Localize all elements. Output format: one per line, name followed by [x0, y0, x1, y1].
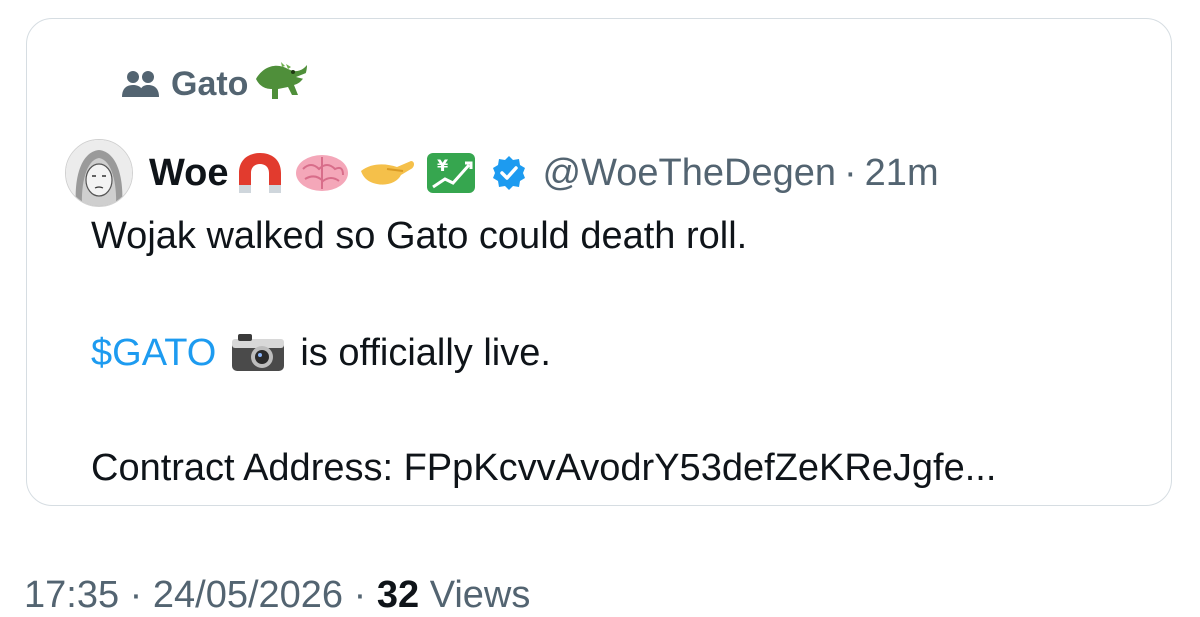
community-name: Gato	[171, 64, 249, 103]
verified-badge-icon	[492, 156, 525, 190]
post-text-line: Wojak walked so Gato could death roll.	[91, 215, 748, 257]
community-label[interactable]: Gato	[121, 59, 310, 109]
quoted-post-card[interactable]: Gato Woe ¥ @WoeTheDegen · 21m Wojak walk…	[26, 18, 1172, 506]
post-time[interactable]: 21m	[865, 152, 939, 195]
people-icon	[122, 71, 159, 97]
yen-chart-icon: ¥	[426, 153, 475, 193]
post-text-line: $GATO is officially live.	[91, 331, 551, 375]
post-meta-row: 17:35 · 24/05/2026 · 32 Views	[24, 574, 530, 617]
quoted-author-row: Woe ¥ @WoeTheDegen · 21m	[65, 133, 939, 213]
separator-dot: ·	[844, 151, 857, 194]
separator-dot: ·	[129, 574, 143, 616]
post-text-line: Contract Address: FPpKcvvAvodrY53defZeKR…	[91, 447, 997, 489]
meta-time[interactable]: 17:35	[24, 574, 119, 616]
magnet-icon	[238, 153, 281, 193]
views-label: Views	[429, 574, 531, 616]
svg-text:¥: ¥	[437, 156, 448, 175]
crocodile-icon	[256, 62, 308, 99]
cashtag-link[interactable]: $GATO	[91, 332, 216, 375]
avatar[interactable]	[65, 139, 133, 207]
pinching-hand-icon	[360, 161, 414, 185]
brain-icon	[295, 155, 348, 191]
views-count: 32	[376, 574, 420, 616]
author-display-name[interactable]: Woe	[149, 152, 229, 195]
separator-dot: ·	[353, 574, 367, 616]
meta-date[interactable]: 24/05/2026	[153, 574, 343, 616]
post-text-fragment: is officially live.	[300, 331, 551, 374]
camera-icon	[232, 334, 285, 371]
author-handle[interactable]: @WoeTheDegen	[543, 152, 836, 195]
